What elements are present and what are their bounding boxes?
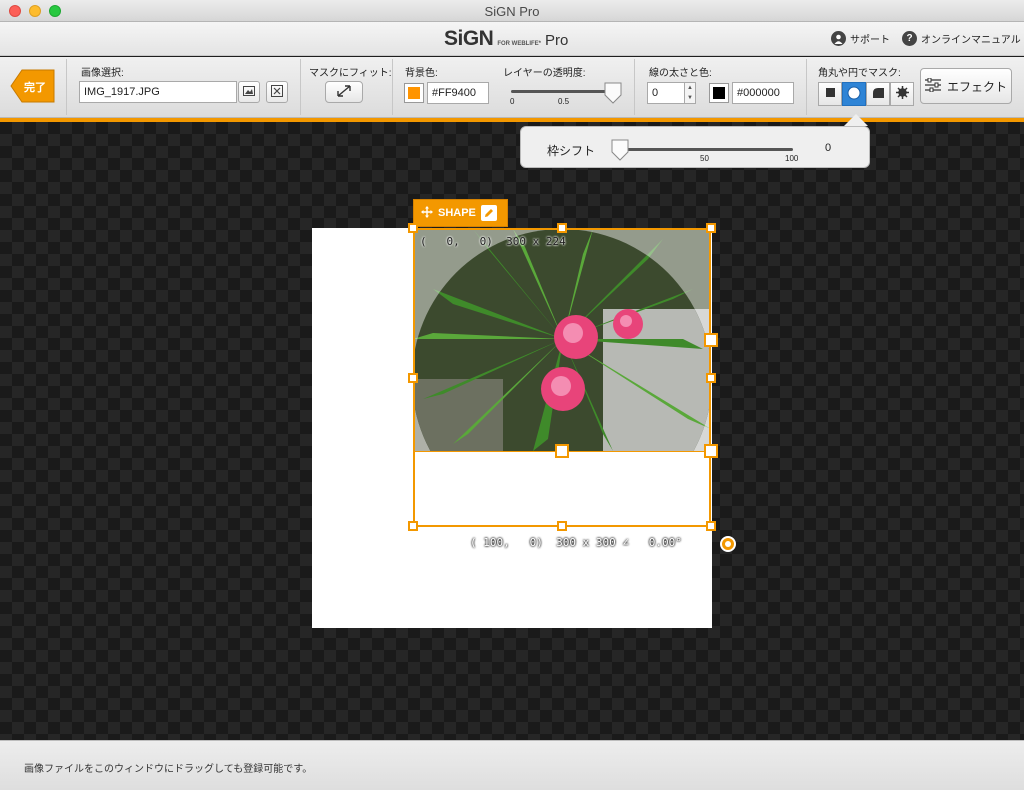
line-color-field[interactable]: #000000 [732,82,794,104]
image-coordinate-readout: ( 0, 0) 300 x 224 [420,235,566,248]
bg-color-swatch[interactable] [404,83,424,103]
resize-handle-top-left[interactable] [408,223,418,233]
resize-handle-bottom[interactable] [557,521,567,531]
app-header: SiGN FOR WEBLIFE* Pro サポート ? オンラインマニュアル [0,22,1024,56]
frame-shift-value: 0 [825,142,832,154]
resize-handle-top[interactable] [557,223,567,233]
title-bar: SiGN Pro [0,0,1024,22]
frame-shift-popup: 枠シフト 50 100 0 [520,126,870,168]
expand-icon [336,84,352,101]
resize-handle-top-right[interactable] [706,223,716,233]
filename-field[interactable]: IMG_1917.JPG [79,81,237,103]
square-icon [825,88,835,100]
fit-mask-button[interactable] [325,81,363,103]
user-icon [831,31,846,46]
move-icon [421,205,433,221]
mask-circle-button[interactable] [842,82,866,106]
window-title: SiGN Pro [484,4,540,19]
opacity-label: レイヤーの透明度: [503,68,586,79]
bg-color-field[interactable]: #FF9400 [427,82,489,104]
opacity-slider-track[interactable] [511,90,617,93]
shape-tab[interactable]: SHAPE [413,199,508,227]
done-label: 完了 [24,82,46,94]
circle-icon [847,86,861,103]
mask-square-button[interactable] [818,82,842,106]
support-link[interactable]: サポート [831,31,890,46]
frame-shift-slider-thumb[interactable] [611,139,629,161]
logo-main: SiGN [444,27,494,50]
effect-button[interactable]: エフェクト [920,68,1012,104]
resize-handle-bottom-right[interactable] [706,521,716,531]
opacity-tick-min: 0 [510,97,515,106]
image-bounds-box [413,228,711,452]
starburst-icon [895,86,909,102]
line-color-swatch[interactable] [709,83,729,103]
toolbar: 完了 画像選択: IMG_1917.JPG マスクにフィット: 背景色: #FF… [0,57,1024,118]
status-bar: 画像ファイルをこのウィンドウにドラッグしても登録可能です。 [0,740,1024,790]
logo-pro: Pro [545,32,569,49]
image-icon [243,85,255,99]
effect-label: エフェクト [946,79,1007,94]
mask-label: 角丸や円でマスク: [818,68,901,79]
popup-arrow [844,114,868,126]
app-logo: SiGN FOR WEBLIFE* Pro [444,27,568,51]
opacity-slider-thumb[interactable] [604,82,622,104]
help-icon: ? [902,31,917,46]
opacity-tick-mid: 0.5 [558,97,570,106]
resize-handle-left[interactable] [408,373,418,383]
pencil-icon[interactable] [480,205,497,221]
support-label: サポート [850,35,890,46]
line-label: 線の太さと色: [649,68,712,79]
fit-mask-label: マスクにフィット: [309,68,392,79]
shape-tab-label: SHAPE [438,207,476,219]
resize-handle-right[interactable] [706,373,716,383]
toolbar-divider [300,59,301,115]
line-width-stepper[interactable]: ▲ ▼ [684,82,696,104]
logo-sub: FOR WEBLIFE* [497,41,542,47]
shape-coordinate-readout: ( 100, 0) 300 x 300 ∠ 0.00° [470,536,682,549]
toolbar-divider [806,59,807,115]
toolbar-divider [634,59,635,115]
mask-star-button[interactable] [890,82,914,106]
frame-shift-label: 枠シフト [547,144,596,158]
rotate-handle[interactable] [720,536,736,552]
line-width-field[interactable]: 0 [647,82,685,104]
browse-image-button[interactable] [238,81,260,103]
rounded-corner-icon [872,87,884,101]
image-handle-right[interactable] [704,333,718,347]
online-manual-link[interactable]: ? オンラインマニュアル [902,31,1021,46]
clear-icon [271,84,283,100]
resize-handle-bottom-left[interactable] [408,521,418,531]
mask-rounded-button[interactable] [866,82,890,106]
sliders-icon [924,77,941,95]
image-handle-bottom-right[interactable] [704,444,718,458]
status-text: 画像ファイルをこのウィンドウにドラッグしても登録可能です。 [24,764,313,775]
clear-image-button[interactable] [266,81,288,103]
toolbar-divider [392,59,393,115]
image-handle-bottom[interactable] [555,444,569,458]
frame-shift-slider-track[interactable] [617,148,793,151]
manual-label: オンラインマニュアル [921,35,1021,46]
bg-color-label: 背景色: [405,68,438,79]
frame-shift-tick-50: 50 [700,154,709,163]
toolbar-divider [66,59,67,115]
done-button[interactable]: 完了 [10,69,55,103]
image-select-label: 画像選択: [81,68,124,79]
frame-shift-tick-100: 100 [785,154,799,163]
